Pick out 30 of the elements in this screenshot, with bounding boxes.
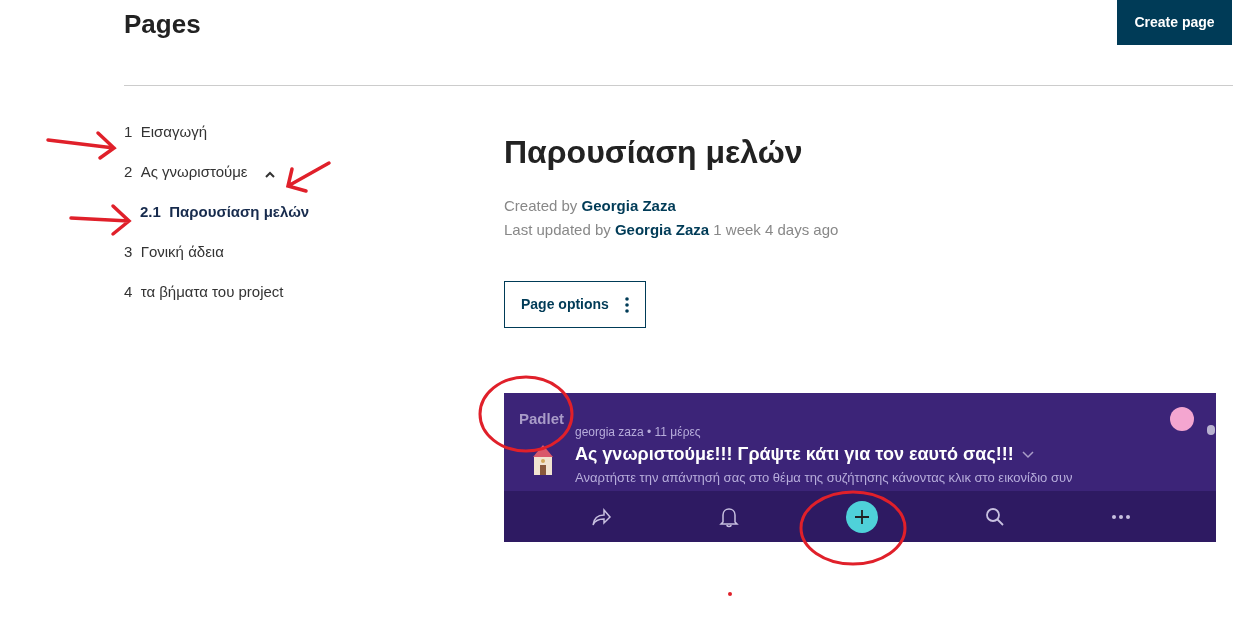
annotation-arrow: [285, 161, 331, 193]
page-options-button[interactable]: Page options: [504, 281, 646, 328]
padlet-logo[interactable]: Padlet: [519, 407, 564, 431]
page-heading: Pages: [124, 8, 201, 41]
plus-icon: [853, 508, 870, 525]
add-button[interactable]: [845, 500, 878, 533]
search-icon[interactable]: [985, 506, 1006, 527]
nav-link[interactable]: 3 Γονική άδεια: [124, 240, 224, 264]
bell-icon[interactable]: [718, 505, 739, 528]
nav-link[interactable]: 1 Εισαγωγή: [124, 120, 207, 144]
scrollbar-thumb[interactable]: [1207, 425, 1215, 435]
annotation-arrow: [46, 131, 117, 160]
created-by-text: Created by Georgia Zaza: [504, 196, 677, 216]
caret-up-icon[interactable]: [263, 170, 276, 178]
avatar[interactable]: [1170, 407, 1194, 431]
share-icon[interactable]: [589, 506, 612, 527]
annotation-arrow: [69, 204, 132, 236]
post-meta: georgia zaza • 11 μέρες: [575, 424, 702, 441]
nav-link[interactable]: 2 Ας γνωριστούμε: [124, 160, 248, 184]
chevron-down-icon[interactable]: [1021, 450, 1034, 459]
annotation-dot: [728, 592, 732, 596]
more-icon[interactable]: [1112, 514, 1131, 519]
page-title: Παρουσίαση μελών: [504, 133, 803, 172]
post-title: Ας γνωριστούμε!!! Γράψτε κάτι για τον εαυτό σας!!!: [575, 443, 1014, 466]
nav-link[interactable]: 4 τα βήματα του project: [124, 280, 284, 304]
more-vertical-icon: [624, 296, 629, 313]
nav-link[interactable]: 2.1 Παρουσίαση μελών: [140, 200, 310, 224]
last-updated-text: Last updated by Georgia Zaza 1 week 4 days ago: [504, 220, 839, 240]
create-page-button[interactable]: Create page: [1117, 0, 1232, 45]
post-description: Αναρτήστε την απάντησή σας στο θέμα της συζήτησης κάνοντας κλικ στο εικονίδιο συν: [575, 469, 1073, 487]
